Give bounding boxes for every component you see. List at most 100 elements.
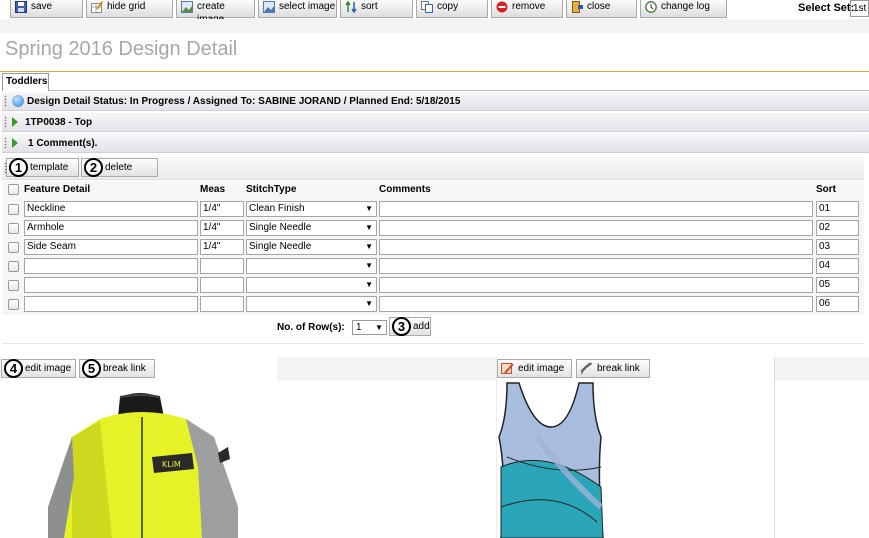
hide-grid-button[interactable]: hide grid <box>86 0 173 18</box>
edit-image-label: edit image <box>25 363 72 374</box>
stitch-type-select[interactable]: ▼ <box>246 296 377 312</box>
rows-count-select[interactable]: 1 ▼ <box>352 320 387 335</box>
row-checkbox[interactable] <box>8 261 19 272</box>
chevron-down-icon: ▼ <box>365 242 373 251</box>
break-link-label: break link <box>103 363 146 374</box>
meas-input[interactable]: 1/4" <box>200 220 244 236</box>
row-checkbox[interactable] <box>8 204 19 215</box>
header-feature-detail: Feature Detail <box>24 184 91 195</box>
chevron-down-icon: ▼ <box>365 280 373 289</box>
row-checkbox[interactable] <box>8 223 19 234</box>
grid-pencil-icon <box>91 0 104 13</box>
edit-image-button-right[interactable]: edit image <box>497 359 572 378</box>
sort-input[interactable]: 05 <box>816 277 859 293</box>
stitch-type-select[interactable]: Single Needle ▼ <box>246 239 377 255</box>
stitch-type-select[interactable]: ▼ <box>246 258 377 274</box>
feature-detail-input[interactable]: Side Seam <box>24 239 198 255</box>
comments-input[interactable] <box>379 277 813 293</box>
comments-input[interactable] <box>379 220 813 236</box>
feature-detail-grid: Feature Detail Meas StitchType Comments … <box>2 181 864 315</box>
rows-count-value: 1 <box>356 322 362 333</box>
comments-input[interactable] <box>379 258 813 274</box>
edit-image-label: edit image <box>518 363 565 374</box>
select-all-checkbox[interactable] <box>8 184 19 195</box>
right-image-panel <box>496 357 775 538</box>
sort-input[interactable]: 01 <box>816 201 859 217</box>
change-log-button[interactable]: change log <box>640 0 727 18</box>
template-button[interactable]: 1 template <box>6 158 79 177</box>
jacket-image: KLiM <box>48 393 238 538</box>
feature-detail-input[interactable]: Armhole <box>24 220 198 236</box>
stitch-type-select[interactable]: Clean Finish ▼ <box>246 201 377 217</box>
chevron-down-icon: ▼ <box>365 204 373 213</box>
chevron-down-icon: ▼ <box>365 261 373 270</box>
comments-count: 1 Comment(s). <box>28 137 98 149</box>
select-set-label: Select Set: <box>798 2 855 14</box>
stitch-type-select[interactable]: ▼ <box>246 277 377 293</box>
sort-input[interactable]: 02 <box>816 220 859 236</box>
item-section-header[interactable]: 1TP0038 - Top <box>2 113 869 132</box>
stitch-type-value: Single Needle <box>249 241 312 252</box>
meas-input[interactable] <box>200 258 244 274</box>
select-set-dropdown[interactable]: 1st <box>850 0 869 17</box>
callout-number: 2 <box>84 158 103 177</box>
save-button[interactable]: save <box>10 0 83 18</box>
row-checkbox[interactable] <box>8 299 19 310</box>
template-label: template <box>30 162 69 173</box>
remove-button[interactable]: remove <box>491 0 563 18</box>
close-button[interactable]: close <box>566 0 637 18</box>
tab-divider <box>49 90 869 91</box>
expand-triangle-icon <box>12 117 18 127</box>
meas-input[interactable]: 1/4" <box>200 201 244 217</box>
feature-detail-input[interactable]: Neckline <box>24 201 198 217</box>
expand-triangle-icon <box>12 138 18 148</box>
design-detail-status: Design Detail Status: In Progress / Assi… <box>27 95 461 107</box>
floppy-disk-icon <box>15 1 27 13</box>
tank-top-image <box>498 382 604 538</box>
rows-count-label: No. of Row(s): <box>277 322 345 333</box>
tab-toddlers[interactable]: Toddlers <box>2 73 49 91</box>
meas-input[interactable] <box>200 296 244 312</box>
comments-input[interactable] <box>379 296 813 312</box>
delete-button[interactable]: 2 delete <box>81 158 158 177</box>
row-checkbox[interactable] <box>8 280 19 291</box>
break-link-label: break link <box>597 363 640 374</box>
comments-input[interactable] <box>379 239 813 255</box>
comments-input[interactable] <box>379 201 813 217</box>
design-detail-header[interactable]: Design Detail Status: In Progress / Assi… <box>2 92 869 111</box>
item-code: 1TP0038 - Top <box>25 116 93 128</box>
feature-detail-input[interactable] <box>24 258 198 274</box>
sort-button[interactable]: sort <box>340 0 413 18</box>
header-meas: Meas <box>200 184 226 195</box>
main-toolbar: save hide grid create image select image… <box>0 0 869 25</box>
header-stitch-type: StitchType <box>246 184 297 195</box>
stitch-type-select[interactable]: Single Needle ▼ <box>246 220 377 236</box>
chevron-down-icon: ▼ <box>365 299 373 308</box>
stitch-type-value: Single Needle <box>249 222 312 233</box>
sort-input[interactable]: 03 <box>816 239 859 255</box>
row-checkbox[interactable] <box>8 242 19 253</box>
header-comments: Comments <box>379 184 431 195</box>
stitch-type-value: Clean Finish <box>249 203 305 214</box>
break-link-button-right[interactable]: break link <box>576 359 650 378</box>
break-link-button-left[interactable]: 5 break link <box>79 359 155 378</box>
comments-section-header[interactable]: 1 Comment(s). <box>2 134 869 153</box>
add-rows-button[interactable]: 3 add <box>389 317 431 336</box>
feature-detail-input[interactable] <box>24 296 198 312</box>
copy-icon <box>421 1 433 13</box>
callout-number: 4 <box>4 359 23 378</box>
sort-input[interactable]: 04 <box>816 258 859 274</box>
feature-detail-input[interactable] <box>24 277 198 293</box>
meas-input[interactable]: 1/4" <box>200 239 244 255</box>
select-image-button[interactable]: select image <box>258 0 337 18</box>
sort-input[interactable]: 06 <box>816 296 859 312</box>
callout-number: 5 <box>82 359 101 378</box>
create-image-button[interactable]: create image <box>176 0 255 25</box>
edit-image-button-left[interactable]: 4 edit image <box>1 359 76 378</box>
callout-number: 3 <box>392 317 411 336</box>
meas-input[interactable] <box>200 277 244 293</box>
broken-chain-icon <box>580 362 593 375</box>
drag-grip-icon <box>4 116 7 128</box>
copy-button[interactable]: copy <box>416 0 488 18</box>
chevron-down-icon: ▼ <box>365 223 373 232</box>
